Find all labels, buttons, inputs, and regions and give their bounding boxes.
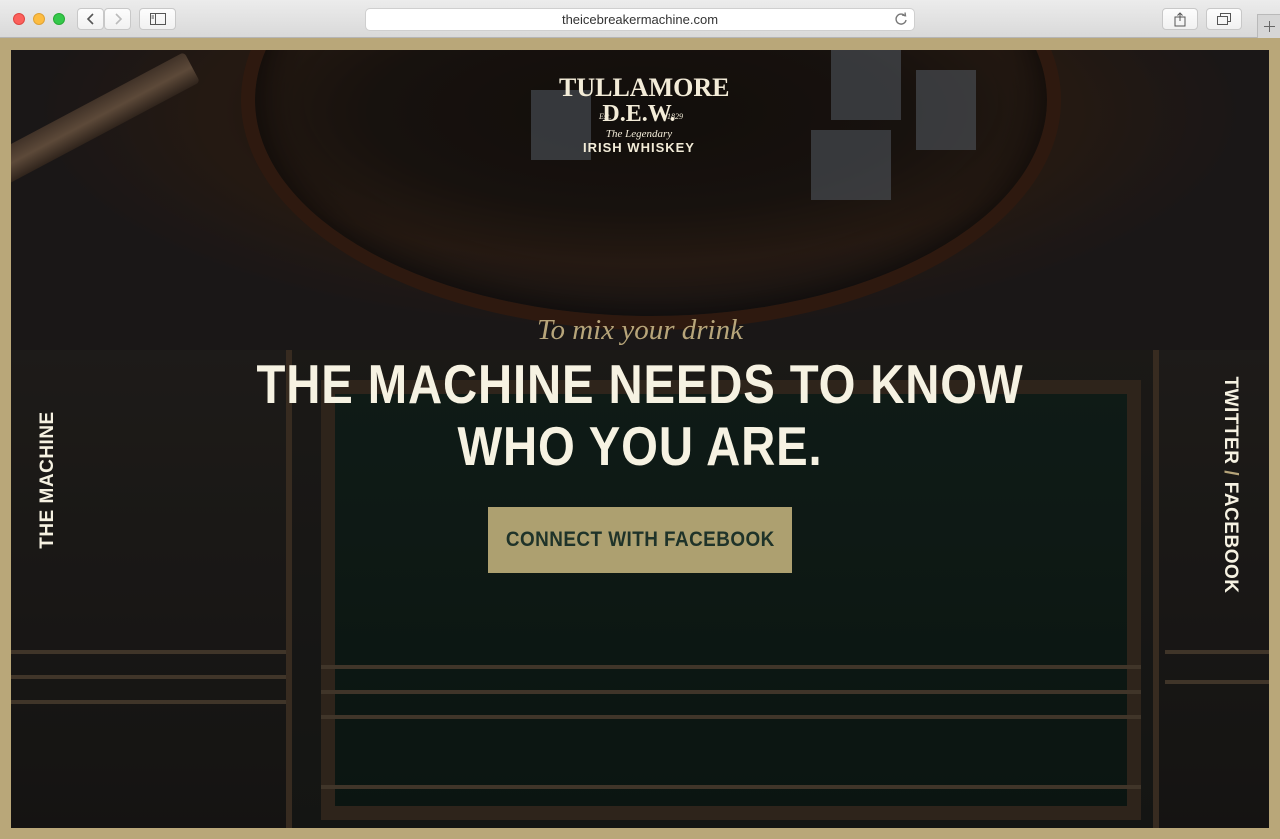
sidebar-toggle-button[interactable] [139, 8, 176, 30]
chevron-left-icon [86, 13, 94, 25]
logo-line-1: TULLAMORE [559, 73, 730, 102]
address-bar[interactable]: theicebreakermachine.com [365, 8, 915, 31]
sidebar-icon [149, 13, 166, 25]
close-window-button[interactable] [13, 13, 25, 25]
logo-est: Est. [599, 112, 612, 121]
connect-facebook-button[interactable]: CONNECT WITH FACEBOOK [488, 507, 792, 573]
twitter-link[interactable]: TWITTER [1220, 377, 1241, 465]
browser-toolbar: theicebreakermachine.com [0, 0, 1280, 38]
share-icon [1174, 11, 1186, 26]
headline: THE MACHINE NEEDS TO KNOW WHO YOU ARE. [99, 353, 1181, 477]
logo-line-4: IRISH WHISKEY [583, 140, 695, 155]
minimize-window-button[interactable] [33, 13, 45, 25]
url-text: theicebreakermachine.com [561, 12, 719, 27]
connect-facebook-label: CONNECT WITH FACEBOOK [505, 528, 775, 551]
social-separator: / [1220, 470, 1241, 477]
nav-the-machine[interactable]: THE MACHINE [33, 411, 63, 548]
facebook-link[interactable]: FACEBOOK [1220, 482, 1241, 594]
logo-line-2: D.E.W. [602, 101, 676, 127]
social-links: TWITTER / FACEBOOK [1215, 377, 1245, 594]
tagline: To mix your drink [537, 314, 743, 346]
tabs-icon [1217, 13, 1231, 25]
back-button[interactable] [77, 8, 104, 30]
page-frame: TULLAMORE Est. D.E.W. 1829 The Legendary… [0, 38, 1280, 839]
hero-section: TULLAMORE Est. D.E.W. 1829 The Legendary… [11, 50, 1269, 828]
tabs-overview-button[interactable] [1206, 8, 1242, 30]
forward-button[interactable] [104, 8, 131, 30]
headline-line-2: WHO YOU ARE. [457, 415, 823, 477]
reload-icon[interactable] [894, 12, 908, 26]
social-links-label: TWITTER / FACEBOOK [1219, 377, 1241, 594]
logo-line-3: The Legendary [605, 128, 673, 140]
brand-logo[interactable]: TULLAMORE Est. D.E.W. 1829 The Legendary… [559, 73, 730, 156]
logo-year: 1829 [667, 112, 683, 121]
headline-line-1: THE MACHINE NEEDS TO KNOW [256, 353, 1024, 415]
zoom-window-button[interactable] [53, 13, 65, 25]
nav-the-machine-label: THE MACHINE [37, 411, 58, 549]
share-button[interactable] [1162, 8, 1198, 30]
chevron-right-icon [114, 13, 122, 25]
logo-line-2-wrap: Est. D.E.W. 1829 [559, 102, 719, 128]
new-tab-button[interactable] [1257, 14, 1280, 38]
plus-icon [1263, 21, 1275, 32]
